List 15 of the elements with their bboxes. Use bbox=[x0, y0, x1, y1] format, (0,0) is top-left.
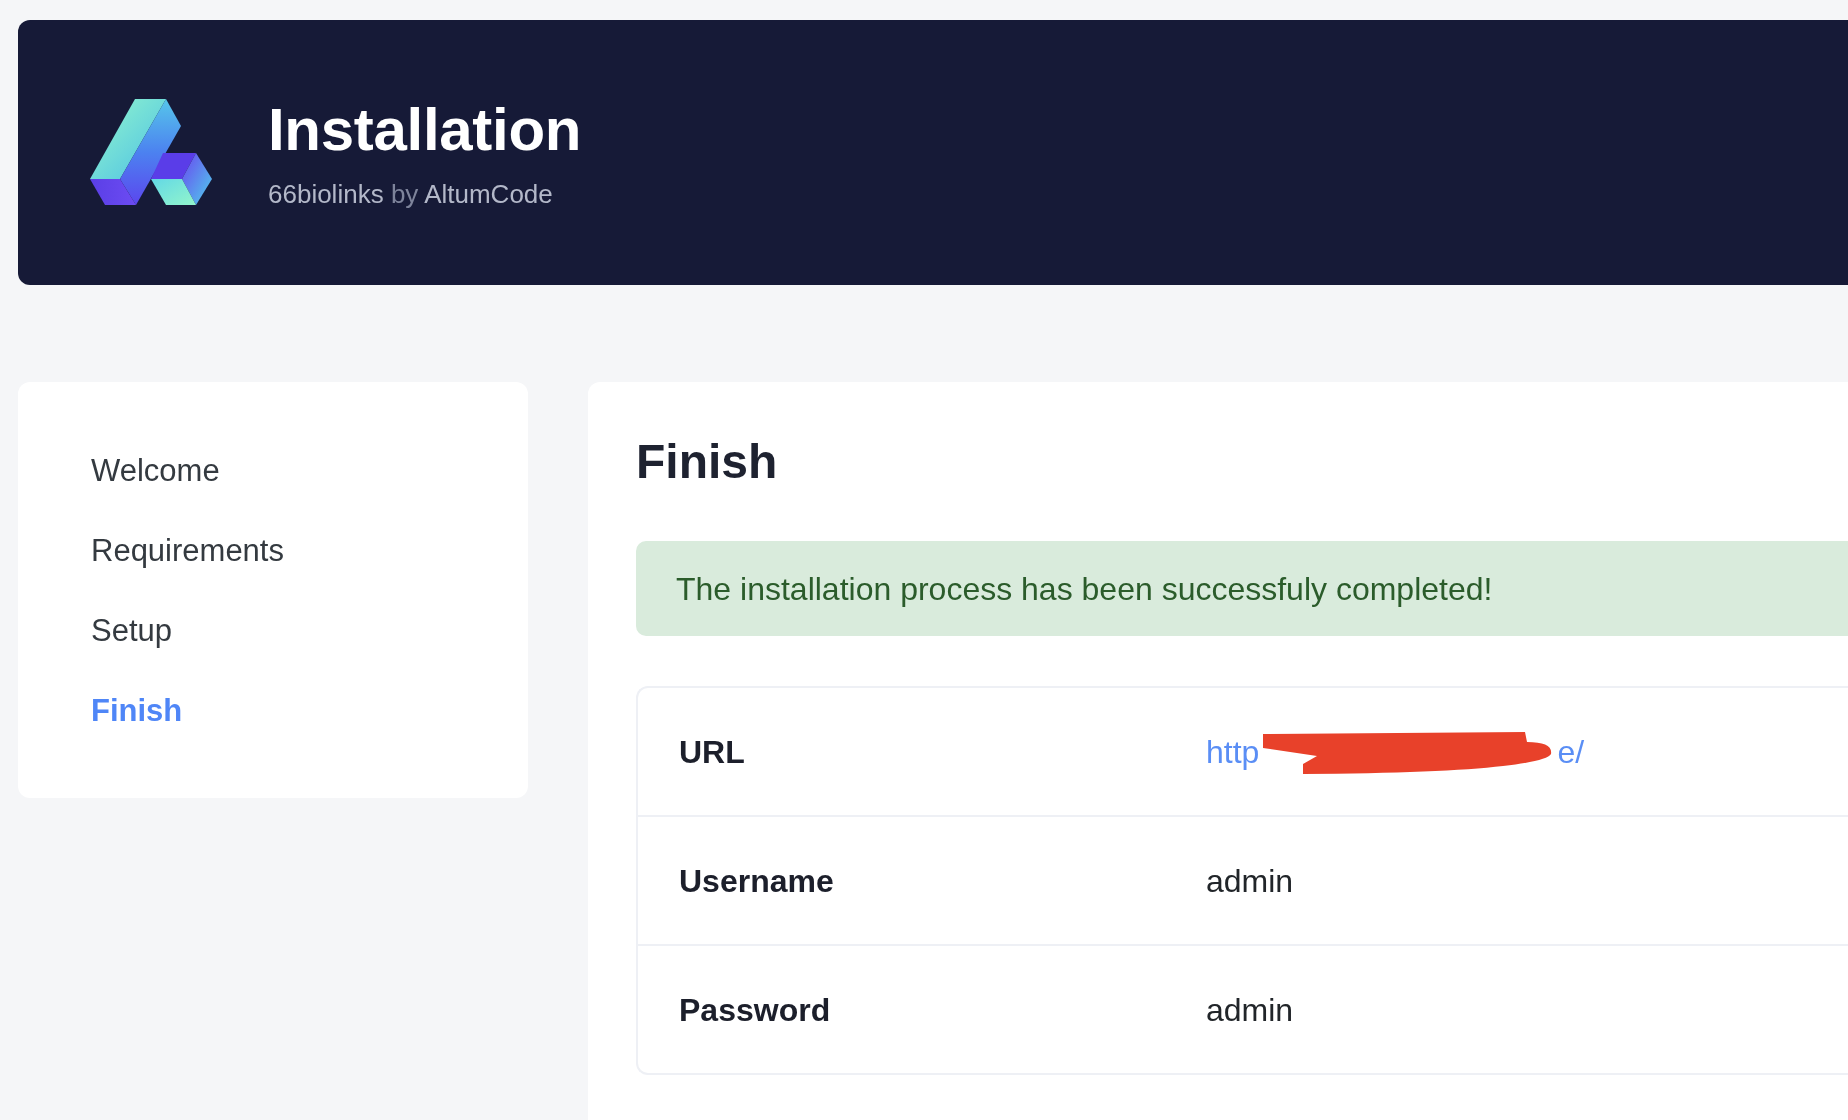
byline-word: by bbox=[390, 178, 419, 209]
page-title: Installation bbox=[268, 95, 582, 164]
section-heading: Finish bbox=[636, 434, 778, 490]
success-alert: The installation process has been successfuly completed! bbox=[636, 541, 1848, 636]
nav-item[interactable]: Welcome bbox=[91, 453, 220, 489]
nav-item[interactable]: Setup bbox=[91, 613, 172, 649]
nav-item[interactable]: Requirements bbox=[91, 533, 284, 569]
field-label: URL bbox=[679, 732, 745, 771]
field-value: admin bbox=[1206, 861, 1294, 900]
author-name: AltumCode bbox=[424, 178, 553, 209]
product-name: 66biolinks bbox=[268, 178, 384, 209]
logo-icon bbox=[90, 98, 212, 207]
field-label: Password bbox=[679, 990, 831, 1029]
field-label: Username bbox=[679, 861, 834, 900]
field-value: admin bbox=[1206, 990, 1294, 1029]
